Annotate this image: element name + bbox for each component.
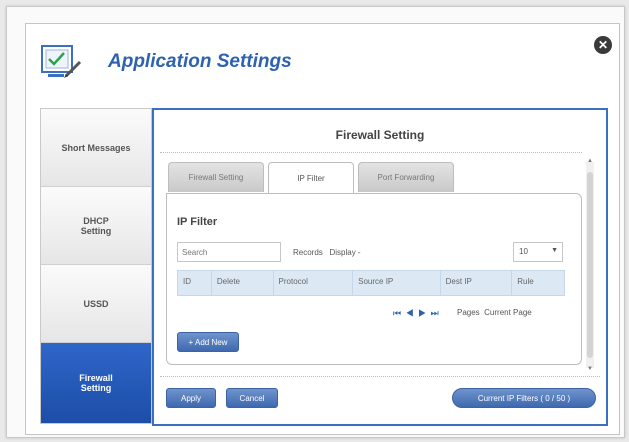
column-header-dest-ip: Dest IP bbox=[441, 271, 513, 295]
sidebar-item-short-messages[interactable]: Short Messages bbox=[41, 109, 151, 187]
close-icon[interactable]: ✕ bbox=[594, 36, 612, 54]
sidebar-item-label: DHCP Setting bbox=[80, 215, 112, 236]
section-title: Firewall Setting bbox=[335, 128, 425, 142]
divider bbox=[160, 376, 600, 377]
panel-title: IP Filter bbox=[177, 216, 218, 228]
scroll-down-icon[interactable]: ▼ bbox=[586, 366, 594, 372]
divider bbox=[160, 152, 582, 153]
pagination-info: Pages Current Page bbox=[457, 308, 532, 317]
sidebar-item-label: USSD bbox=[83, 298, 109, 309]
tab-label: Port Forwarding bbox=[377, 173, 435, 182]
main-content: Firewall Setting ▲ ▼ Firewall Setting IP… bbox=[152, 108, 608, 426]
column-header-source-ip: Source IP bbox=[353, 271, 441, 295]
cancel-button[interactable]: Cancel bbox=[226, 388, 278, 408]
display-count-select[interactable]: 10 ▼ bbox=[513, 242, 563, 262]
ip-filter-table-header: ID Delete Protocol Source IP Dest IP Rul… bbox=[177, 270, 565, 296]
apply-button[interactable]: Apply bbox=[166, 388, 216, 408]
records-display: Records Display - bbox=[293, 248, 361, 257]
tab-label: Firewall Setting bbox=[188, 173, 244, 182]
window-frame: Application Settings ✕ Short Messages DH… bbox=[6, 6, 625, 438]
ip-filter-panel: IP Filter Records Display - 10 ▼ ID Dele… bbox=[166, 193, 582, 365]
sidebar-item-label: Firewall Setting bbox=[79, 373, 113, 393]
tab-label: IP Filter bbox=[297, 174, 325, 183]
pages-label: Pages bbox=[457, 308, 480, 317]
tab-ip-filter[interactable]: IP Filter bbox=[268, 162, 354, 194]
tab-port-forwarding[interactable]: Port Forwarding bbox=[358, 162, 454, 192]
pagination-controls[interactable]: ⏮ ◀ ▶ ⏭ bbox=[393, 308, 440, 319]
column-header-protocol: Protocol bbox=[274, 271, 354, 295]
sidebar-item-dhcp-setting[interactable]: DHCP Setting bbox=[41, 187, 151, 265]
checklist-icon bbox=[41, 45, 82, 78]
current-ip-filters-button[interactable]: Current IP Filters ( 0 / 50 ) bbox=[452, 388, 596, 408]
column-header-id: ID bbox=[178, 271, 212, 295]
column-header-delete: Delete bbox=[212, 271, 274, 295]
chevron-down-icon: ▼ bbox=[551, 247, 558, 254]
settings-dialog: Application Settings ✕ Short Messages DH… bbox=[25, 23, 620, 435]
column-header-rule: Rule bbox=[517, 277, 534, 286]
tab-firewall-setting[interactable]: Firewall Setting bbox=[168, 162, 264, 192]
display-count-value: 10 bbox=[519, 247, 528, 256]
search-input[interactable] bbox=[177, 242, 281, 262]
sidebar-item-ussd[interactable]: USSD bbox=[41, 265, 151, 343]
current-page-label: Current Page bbox=[484, 308, 532, 317]
display-label: Display - bbox=[329, 248, 361, 257]
add-new-button[interactable]: + Add New bbox=[177, 332, 239, 352]
sidebar: Short Messages DHCP Setting USSD Firewal… bbox=[40, 108, 152, 424]
records-label: Records bbox=[293, 248, 323, 257]
sidebar-item-label: Short Messages bbox=[61, 142, 131, 153]
page-title: Application Settings bbox=[108, 51, 292, 72]
scrollbar-thumb[interactable] bbox=[587, 172, 593, 358]
scroll-up-icon[interactable]: ▲ bbox=[586, 158, 594, 164]
sidebar-item-firewall-setting[interactable]: Firewall Setting bbox=[41, 343, 151, 423]
